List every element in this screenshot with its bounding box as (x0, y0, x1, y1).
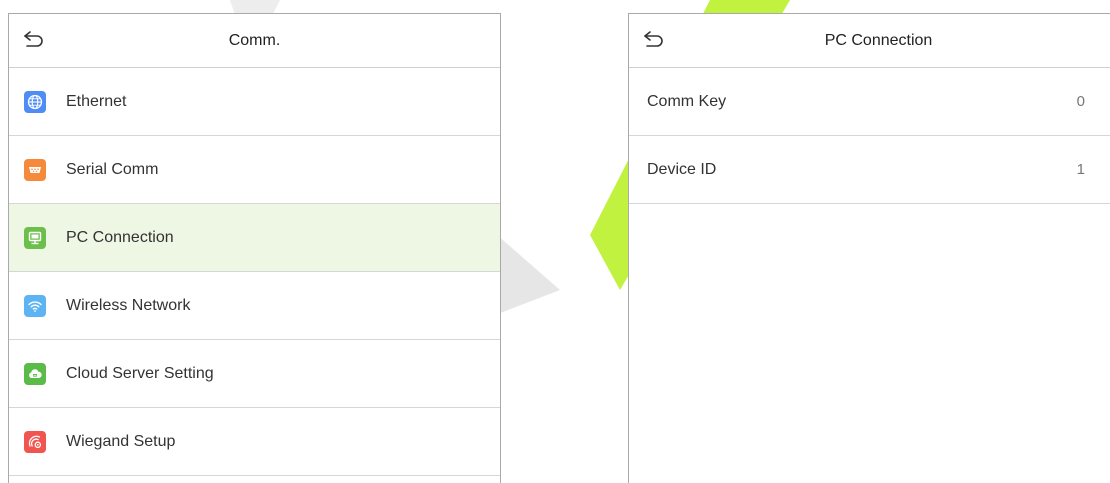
menu-item-pc-connection[interactable]: PC Connection (9, 204, 500, 272)
serial-port-icon (24, 158, 46, 181)
setting-value: 1 (1076, 161, 1085, 178)
setting-label: Device ID (647, 160, 717, 178)
globe-icon (24, 90, 46, 113)
menu-item-label: Ethernet (66, 92, 127, 110)
menu-item-wireless-network[interactable]: Wireless Network (9, 272, 500, 340)
comm-header: Comm. (9, 14, 500, 68)
menu-item-label: Wiegand Setup (66, 432, 176, 450)
wifi-icon (24, 294, 46, 317)
monitor-icon (24, 226, 46, 249)
menu-item-label: Cloud Server Setting (66, 364, 214, 382)
page-title: PC Connection (824, 31, 933, 49)
pc-connection-panel: PC Connection Comm Key 0 Device ID 1 (628, 13, 1110, 483)
menu-item-label: Wireless Network (66, 296, 191, 314)
back-arrow-icon[interactable] (21, 27, 47, 53)
menu-item-serial-comm[interactable]: Serial Comm (9, 136, 500, 204)
cloud-icon (24, 362, 46, 385)
page-title: Comm. (228, 31, 281, 49)
menu-item-label: PC Connection (66, 228, 174, 246)
pc-connection-header: PC Connection (629, 14, 1110, 68)
wiegand-icon (24, 430, 46, 453)
back-arrow-icon[interactable] (641, 27, 667, 53)
setting-comm-key[interactable]: Comm Key 0 (629, 68, 1110, 136)
setting-value: 0 (1076, 93, 1085, 110)
setting-device-id[interactable]: Device ID 1 (629, 136, 1110, 204)
comm-menu-panel: Comm. Ethernet Serial Comm PC Connection… (8, 13, 501, 483)
menu-item-ethernet[interactable]: Ethernet (9, 68, 500, 136)
menu-item-label: Serial Comm (66, 160, 159, 178)
menu-item-wiegand-setup[interactable]: Wiegand Setup (9, 408, 500, 476)
setting-label: Comm Key (647, 92, 727, 110)
menu-item-cloud-server-setting[interactable]: Cloud Server Setting (9, 340, 500, 408)
